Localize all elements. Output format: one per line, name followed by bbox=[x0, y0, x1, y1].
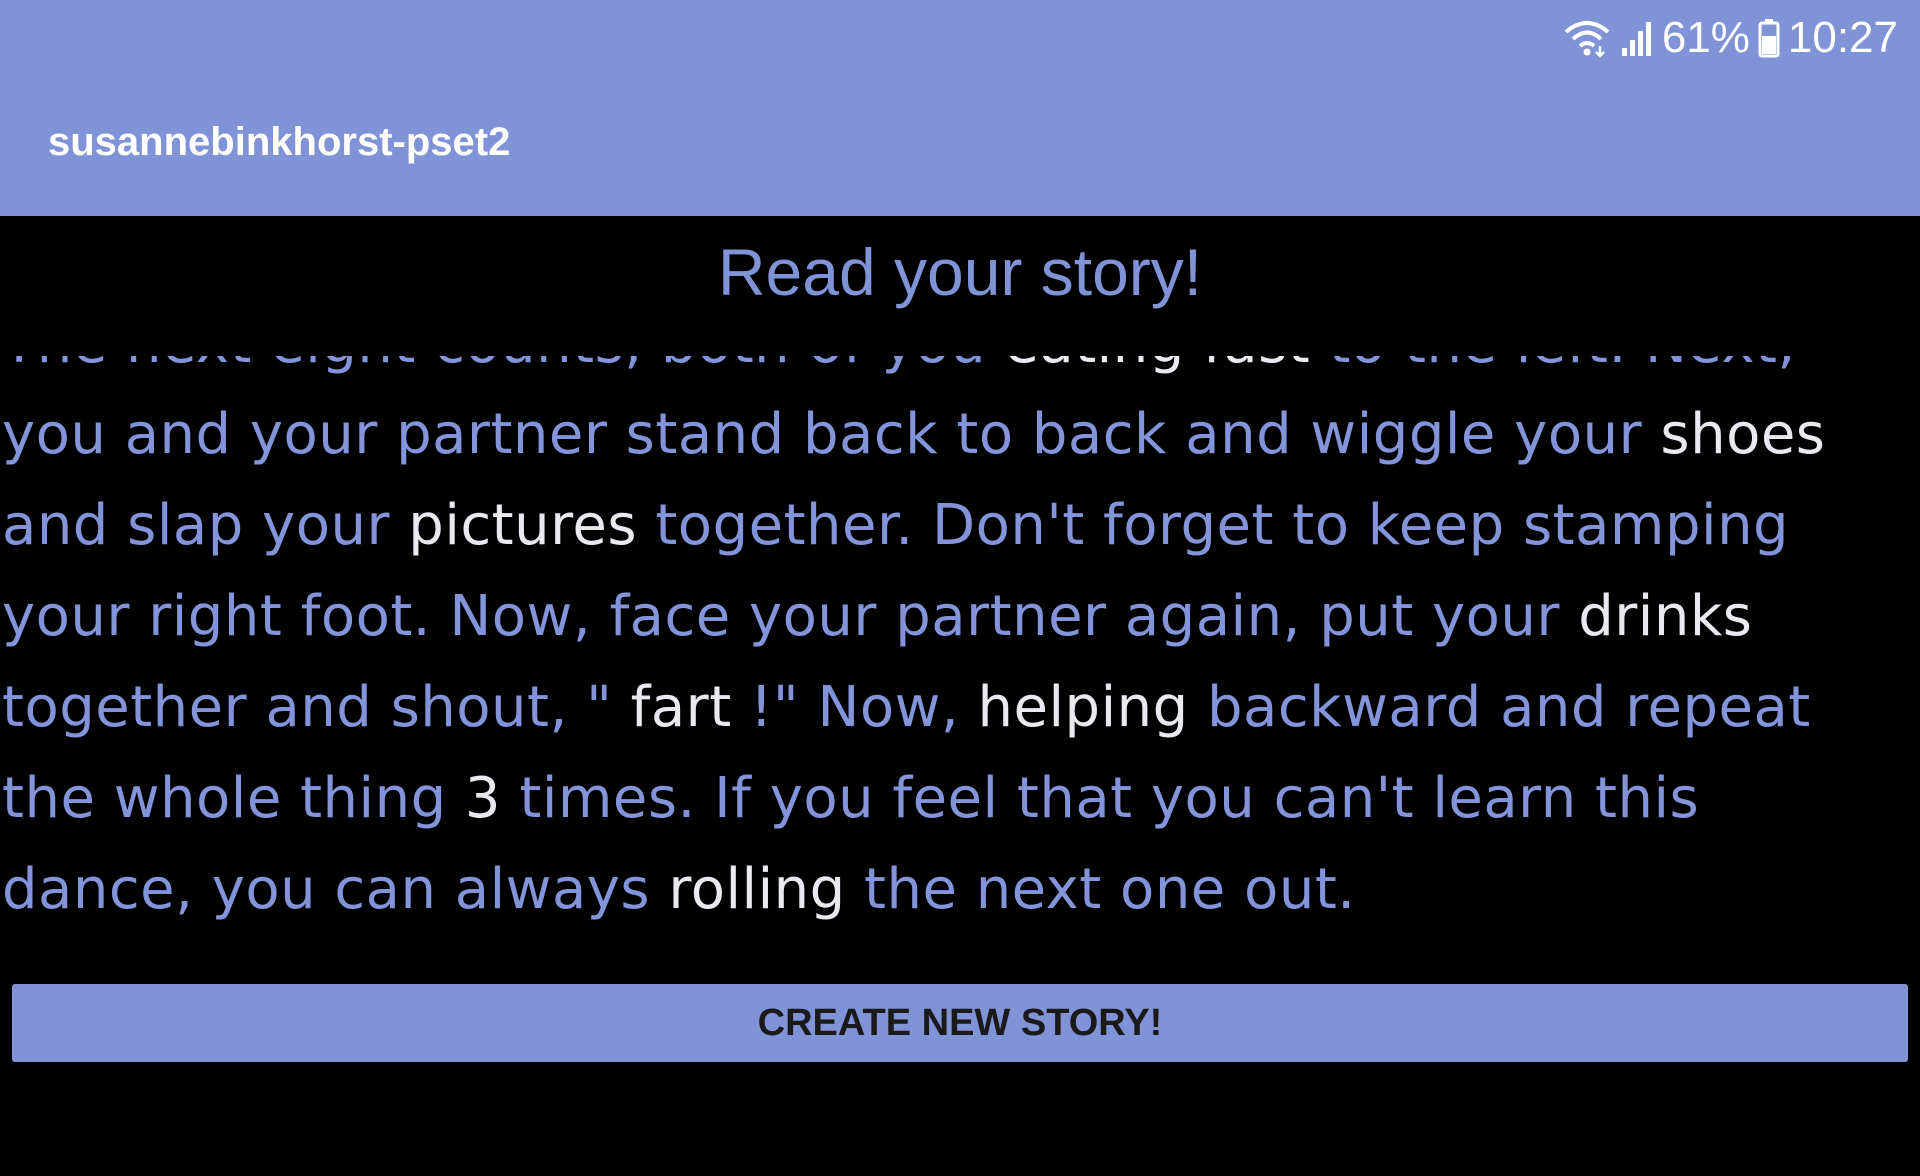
signal-icon bbox=[1620, 18, 1654, 58]
story-segment: The next eight counts, both of you bbox=[2, 356, 1004, 376]
page-heading: Read your story! bbox=[717, 235, 1203, 309]
status-bar: 61% 10:27 bbox=[1562, 10, 1898, 66]
story-filled-word: shoes bbox=[1660, 402, 1826, 467]
clock: 10:27 bbox=[1787, 13, 1898, 62]
story-segment: together and shout, " bbox=[2, 675, 631, 740]
story-filled-word: eating fast bbox=[1004, 356, 1310, 376]
story-segment: !" Now, bbox=[731, 675, 978, 740]
story-text: The next eight counts, both of you eatin… bbox=[2, 356, 1902, 935]
story-filled-word: rolling bbox=[668, 857, 846, 922]
story-filled-word: 3 bbox=[464, 766, 502, 831]
create-new-story-button[interactable]: CREATE NEW STORY! bbox=[12, 984, 1908, 1062]
story-segment: and slap your bbox=[2, 493, 409, 558]
story-filled-word: drinks bbox=[1578, 584, 1753, 649]
wifi-icon bbox=[1562, 18, 1612, 58]
app-title: susannebinkhorst-pset2 bbox=[48, 120, 511, 164]
story-filled-word: pictures bbox=[408, 493, 638, 558]
battery-level: 61% bbox=[1661, 13, 1750, 62]
story-filled-word: helping bbox=[977, 675, 1189, 740]
content-area: Read your story! The next eight counts, … bbox=[0, 216, 1920, 1080]
story-filled-word: fart bbox=[630, 675, 732, 740]
app-bar: 61% 10:27 susannebinkhorst-pset2 bbox=[0, 0, 1920, 216]
story-segment: the next one out. bbox=[845, 857, 1356, 922]
battery-icon bbox=[1758, 18, 1780, 58]
